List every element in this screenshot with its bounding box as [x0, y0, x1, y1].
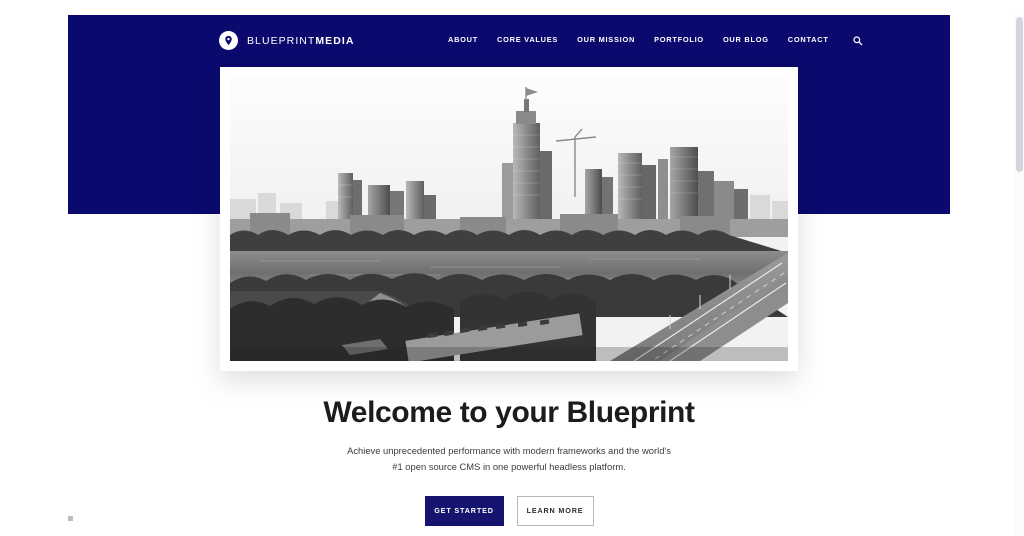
search-icon[interactable]	[852, 34, 864, 46]
page-title: Welcome to your Blueprint	[323, 396, 695, 429]
cta-row: GET STARTED LEARN MORE	[68, 495, 950, 526]
brand-logo[interactable]: BLUEPRINTMEDIA	[219, 31, 354, 50]
hero-image-card	[220, 67, 798, 371]
nav-item-portfolio[interactable]: PORTFOLIO	[654, 34, 704, 46]
screenshot-root: BLUEPRINTMEDIA ABOUT CORE VALUES OUR MIS…	[0, 0, 1024, 536]
nav-item-contact[interactable]: CONTACT	[788, 34, 829, 46]
nav-item-our-mission[interactable]: OUR MISSION	[577, 34, 635, 46]
learn-more-button[interactable]: LEARN MORE	[516, 495, 594, 526]
browser-viewport: BLUEPRINTMEDIA ABOUT CORE VALUES OUR MIS…	[68, 15, 963, 536]
get-started-button[interactable]: GET STARTED	[424, 495, 504, 526]
welcome-section: Welcome to your Blueprint Achieve unprec…	[68, 395, 950, 526]
map-pin-icon	[219, 31, 238, 50]
page-scrollbar[interactable]	[1015, 15, 1024, 536]
nav-item-our-blog[interactable]: OUR BLOG	[723, 34, 769, 46]
scrollbar-thumb[interactable]	[1016, 17, 1023, 172]
brand-name-light: BLUEPRINT	[247, 34, 316, 47]
viewport-edge-artifact	[68, 516, 73, 521]
nav-item-about[interactable]: ABOUT	[448, 34, 478, 46]
nav-item-core-values[interactable]: CORE VALUES	[497, 34, 558, 46]
welcome-subtitle: Achieve unprecedented performance with m…	[347, 445, 671, 472]
hero-cityscape-photo	[230, 77, 788, 361]
main-nav: ABOUT CORE VALUES OUR MISSION PORTFOLIO …	[448, 34, 864, 46]
brand-name-bold: MEDIA	[315, 34, 355, 47]
site-header: BLUEPRINTMEDIA ABOUT CORE VALUES OUR MIS…	[68, 15, 950, 67]
brand-name: BLUEPRINTMEDIA	[247, 35, 354, 47]
